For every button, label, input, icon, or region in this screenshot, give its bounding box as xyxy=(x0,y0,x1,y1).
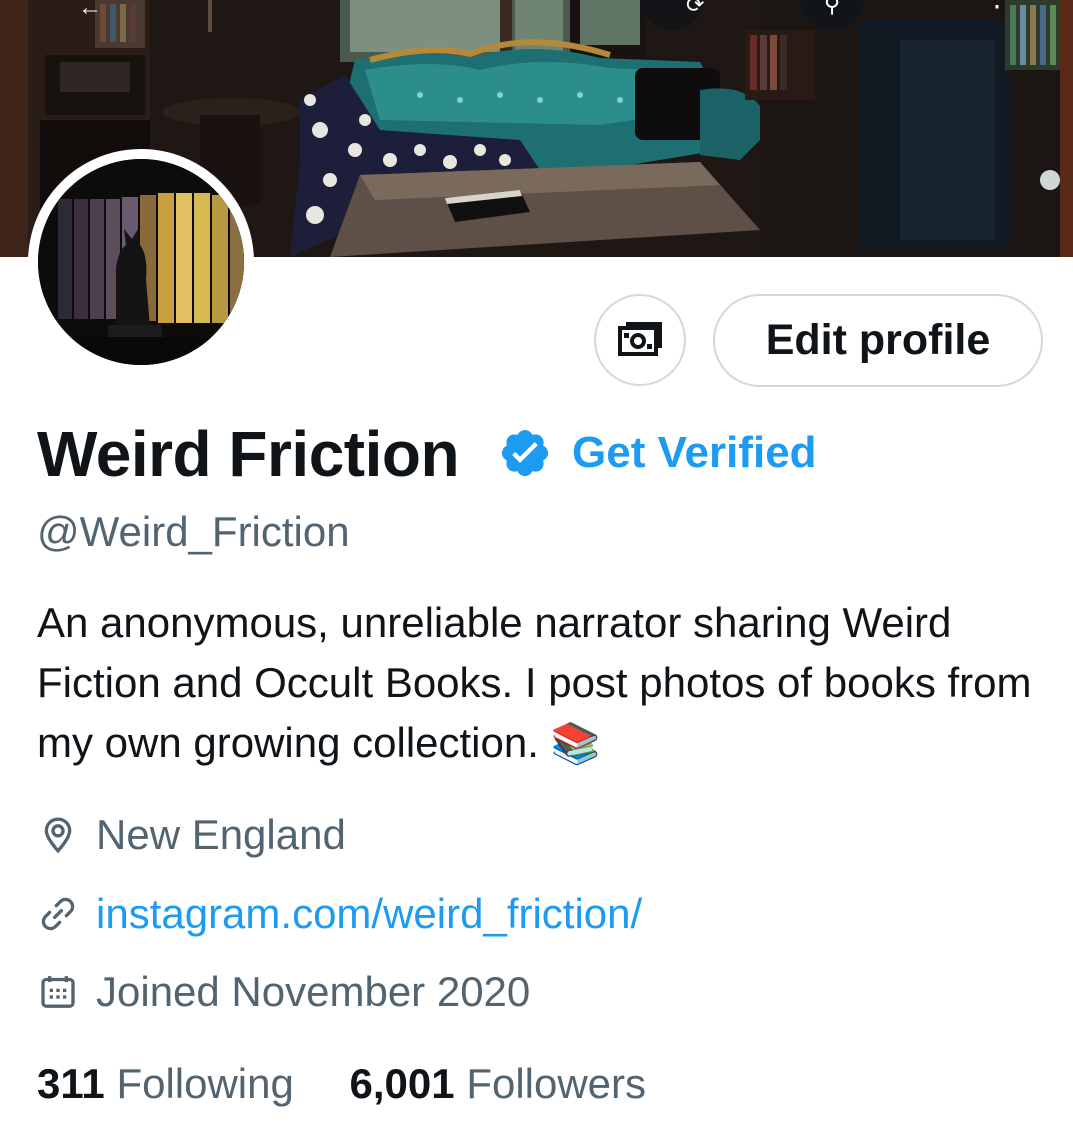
tips-button[interactable] xyxy=(594,294,686,386)
money-icon xyxy=(618,322,662,356)
follow-stats: 311 Following 6,001 Followers xyxy=(37,1060,646,1108)
link-icon xyxy=(41,897,75,931)
get-verified-link[interactable]: Get Verified xyxy=(572,428,817,478)
verified-badge-icon xyxy=(501,429,549,477)
profile-handle: @Weird_Friction xyxy=(37,508,350,555)
profile-name: Weird Friction xyxy=(37,418,460,490)
back-arrow-icon: ← xyxy=(78,0,102,21)
website-link[interactable]: instagram.com/weird_friction/ xyxy=(96,890,642,938)
following-label: Following xyxy=(116,1060,294,1107)
joined-row: Joined November 2020 xyxy=(38,967,530,1017)
edit-profile-button[interactable]: Edit profile xyxy=(713,294,1043,387)
search-icon: ⚲ xyxy=(824,0,841,17)
following-count: 311 xyxy=(37,1060,105,1107)
profile-bio: An anonymous, unreliable narrator sharin… xyxy=(37,593,1057,774)
calendar-icon xyxy=(41,976,75,1008)
following-stat[interactable]: 311 Following xyxy=(37,1060,294,1108)
followers-label: Followers xyxy=(466,1060,647,1107)
followers-count: 6,001 xyxy=(349,1060,455,1107)
avatar[interactable] xyxy=(28,149,254,375)
location-row: New England xyxy=(38,810,346,860)
books-emoji: 📚 xyxy=(550,722,601,766)
more-icon: ⋮ xyxy=(983,0,1011,11)
location-pin-icon xyxy=(44,817,72,854)
bio-text: An anonymous, unreliable narrator sharin… xyxy=(37,599,1032,766)
website-row[interactable]: instagram.com/weird_friction/ xyxy=(38,889,642,939)
followers-stat[interactable]: 6,001 Followers xyxy=(350,1060,647,1108)
location-text: New England xyxy=(96,811,346,858)
avatar-photo xyxy=(38,159,244,365)
history-icon: ⟳ xyxy=(686,0,705,17)
joined-text: Joined November 2020 xyxy=(96,968,531,1015)
